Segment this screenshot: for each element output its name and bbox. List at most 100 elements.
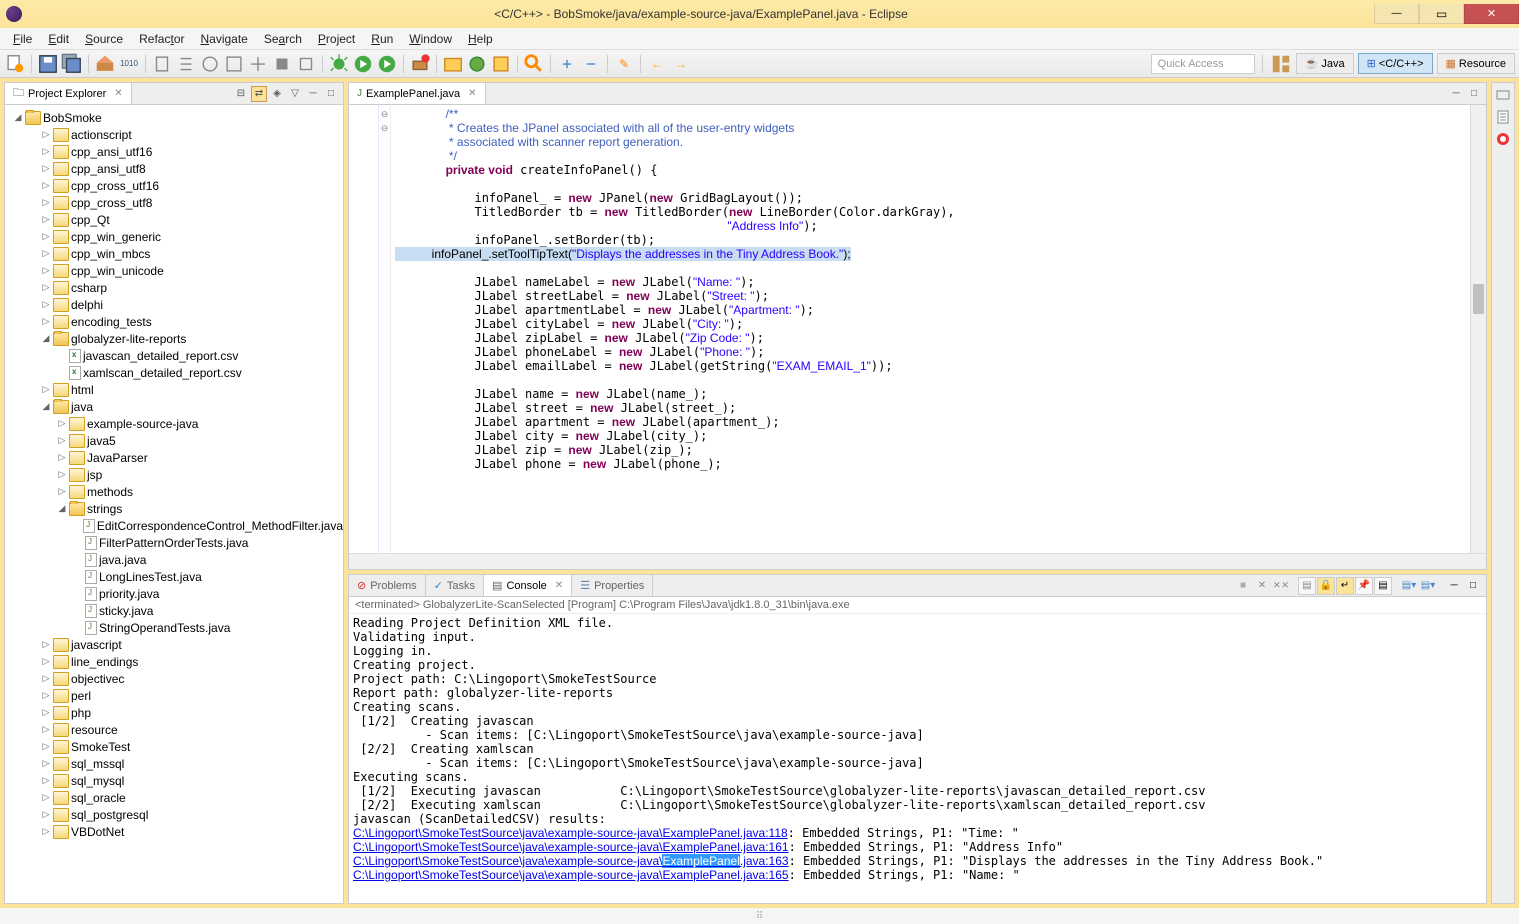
maximize-pane-button[interactable]: □: [323, 86, 339, 102]
show-console-button[interactable]: ▤: [1374, 577, 1392, 595]
tree-item[interactable]: ▷cpp_Qt: [5, 211, 343, 228]
scroll-lock-button[interactable]: 🔒: [1317, 577, 1335, 595]
tree-item[interactable]: ◢strings: [5, 500, 343, 517]
maximize-console-button[interactable]: □: [1464, 577, 1482, 595]
quick-access-input[interactable]: Quick Access: [1151, 54, 1255, 74]
clear-console-button[interactable]: ▤: [1298, 577, 1316, 595]
tree-item[interactable]: ▷java5: [5, 432, 343, 449]
tree-item[interactable]: ▷php: [5, 704, 343, 721]
menu-navigate[interactable]: Navigate: [192, 30, 255, 48]
minimize-button[interactable]: [1374, 4, 1419, 24]
tree-item[interactable]: EditCorrespondenceControl_MethodFilter.j…: [5, 517, 343, 534]
binary-button[interactable]: 1010: [118, 53, 140, 75]
editor-vscrollbar[interactable]: [1470, 105, 1486, 553]
tree-item[interactable]: ▷methods: [5, 483, 343, 500]
tree-item[interactable]: ▷VBDotNet: [5, 823, 343, 840]
resource-perspective-button[interactable]: ▦Resource: [1437, 53, 1515, 74]
remove-launch-button[interactable]: ✕: [1253, 577, 1271, 595]
code-editor[interactable]: /** * Creates the JPanel associated with…: [391, 105, 1470, 553]
tree-item[interactable]: ▷jsp: [5, 466, 343, 483]
menu-window[interactable]: Window: [401, 30, 460, 48]
tree-item[interactable]: StringOperandTests.java: [5, 619, 343, 636]
console-link[interactable]: C:\Lingoport\SmokeTestSource\java\exampl…: [353, 854, 789, 868]
tree-item[interactable]: ▷cpp_win_generic: [5, 228, 343, 245]
tree-item[interactable]: javascan_detailed_report.csv: [5, 347, 343, 364]
tree-item[interactable]: ▷cpp_win_unicode: [5, 262, 343, 279]
menu-file[interactable]: File: [5, 30, 40, 48]
tree-item[interactable]: ▷perl: [5, 687, 343, 704]
ccpp-perspective-button[interactable]: ⊞<C/C++>: [1358, 53, 1433, 74]
maximize-editor-button[interactable]: □: [1466, 86, 1482, 102]
titlebar[interactable]: <C/C++> - BobSmoke/java/example-source-j…: [0, 0, 1519, 28]
new-button[interactable]: [4, 53, 26, 75]
line-gutter[interactable]: [349, 105, 379, 553]
menu-search[interactable]: Search: [256, 30, 310, 48]
close-icon[interactable]: ✕: [555, 580, 563, 591]
annotation-prev-button[interactable]: [556, 53, 578, 75]
tree-item[interactable]: ▷actionscript: [5, 126, 343, 143]
tree-item[interactable]: ◢java: [5, 398, 343, 415]
tree-item[interactable]: LongLinesTest.java: [5, 568, 343, 585]
build-button[interactable]: [94, 53, 116, 75]
new-package-button[interactable]: [442, 53, 464, 75]
problems-tab[interactable]: ⊘ Problems: [349, 575, 426, 596]
tree-item[interactable]: sticky.java: [5, 602, 343, 619]
pin-console-button[interactable]: 📌: [1355, 577, 1373, 595]
console-tab[interactable]: ▤ Console ✕: [484, 575, 572, 596]
search-button[interactable]: [523, 53, 545, 75]
maximize-button[interactable]: [1419, 4, 1464, 24]
new-class-button[interactable]: [466, 53, 488, 75]
close-button[interactable]: [1464, 4, 1519, 24]
debug-button[interactable]: [328, 53, 350, 75]
tree-item[interactable]: ▷SmokeTest: [5, 738, 343, 755]
link-editor-button[interactable]: ⇄: [251, 86, 267, 102]
tree-item[interactable]: ▷cpp_cross_utf8: [5, 194, 343, 211]
open-perspective-button[interactable]: [1270, 53, 1292, 75]
restore-icon[interactable]: [1495, 87, 1511, 103]
tree-item[interactable]: ▷csharp: [5, 279, 343, 296]
save-all-button[interactable]: [61, 53, 83, 75]
tree-item[interactable]: ▷cpp_cross_utf16: [5, 177, 343, 194]
tree-item[interactable]: ▷cpp_ansi_utf16: [5, 143, 343, 160]
remove-all-button[interactable]: ⨯⨯: [1272, 577, 1290, 595]
outline-icon[interactable]: [1495, 109, 1511, 125]
run-last-button[interactable]: [376, 53, 398, 75]
minimize-console-button[interactable]: ─: [1445, 577, 1463, 595]
tool-5[interactable]: [247, 53, 269, 75]
tool-3[interactable]: [199, 53, 221, 75]
annotation-next-button[interactable]: [580, 53, 602, 75]
view-menu-button[interactable]: ▽: [287, 86, 303, 102]
back-button[interactable]: ←: [646, 53, 668, 75]
minimize-editor-button[interactable]: ─: [1448, 86, 1464, 102]
tree-item[interactable]: ▷sql_mssql: [5, 755, 343, 772]
tree-item[interactable]: ▷resource: [5, 721, 343, 738]
tree-item[interactable]: ▷sql_postgresql: [5, 806, 343, 823]
tree-item[interactable]: ▷sql_mysql: [5, 772, 343, 789]
minimize-pane-button[interactable]: ─: [305, 86, 321, 102]
tree-item[interactable]: java.java: [5, 551, 343, 568]
tree-item[interactable]: ▷cpp_win_mbcs: [5, 245, 343, 262]
tree-item[interactable]: ◢globalyzer-lite-reports: [5, 330, 343, 347]
console-link[interactable]: C:\Lingoport\SmokeTestSource\java\exampl…: [353, 840, 789, 854]
menu-help[interactable]: Help: [460, 30, 501, 48]
forward-button[interactable]: →: [670, 53, 692, 75]
menu-refactor[interactable]: Refactor: [131, 30, 192, 48]
tree-item[interactable]: ▷example-source-java: [5, 415, 343, 432]
open-type-button[interactable]: [490, 53, 512, 75]
collapse-all-button[interactable]: ⊟: [233, 86, 249, 102]
tree-item[interactable]: ▷delphi: [5, 296, 343, 313]
tree-item[interactable]: priority.java: [5, 585, 343, 602]
word-wrap-button[interactable]: ↵: [1336, 577, 1354, 595]
tree-item[interactable]: ▷cpp_ansi_utf8: [5, 160, 343, 177]
tree-item[interactable]: ▷JavaParser: [5, 449, 343, 466]
ext-tools-button[interactable]: [409, 53, 431, 75]
tool-1[interactable]: [151, 53, 173, 75]
menu-edit[interactable]: Edit: [40, 30, 77, 48]
properties-tab[interactable]: ☰ Properties: [572, 575, 653, 596]
tree-item[interactable]: FilterPatternOrderTests.java: [5, 534, 343, 551]
menu-run[interactable]: Run: [363, 30, 401, 48]
tree-item[interactable]: ▷sql_oracle: [5, 789, 343, 806]
open-console-button[interactable]: ▤▾: [1419, 577, 1437, 595]
editor-tab[interactable]: J ExamplePanel.java ✕: [349, 83, 486, 104]
focus-button[interactable]: ◈: [269, 86, 285, 102]
